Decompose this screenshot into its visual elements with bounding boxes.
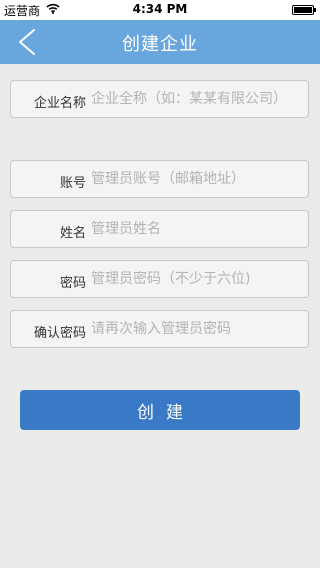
account-field[interactable]: 账号 bbox=[10, 160, 309, 198]
name-field[interactable]: 姓名 bbox=[10, 210, 309, 248]
password-input[interactable] bbox=[91, 269, 302, 289]
navigation-bar: 创建企业 bbox=[0, 20, 320, 64]
password-label: 密码 bbox=[59, 276, 86, 291]
password-field[interactable]: 密码 bbox=[10, 260, 309, 298]
company-name-label: 企业名称 bbox=[33, 96, 86, 111]
create-button[interactable]: 创建 bbox=[20, 390, 300, 430]
confirm-password-label: 确认密码 bbox=[33, 326, 86, 341]
page-title: 创建企业 bbox=[122, 34, 198, 55]
company-name-input[interactable] bbox=[91, 89, 302, 109]
name-input[interactable] bbox=[91, 219, 302, 239]
account-label: 账号 bbox=[59, 176, 86, 191]
account-input[interactable] bbox=[91, 169, 302, 189]
confirm-password-input[interactable] bbox=[91, 319, 302, 339]
confirm-password-field[interactable]: 确认密码 bbox=[10, 310, 309, 348]
name-label: 姓名 bbox=[59, 226, 86, 241]
company-name-field[interactable]: 企业名称 bbox=[10, 80, 309, 118]
battery-icon bbox=[292, 5, 316, 15]
status-time: 4:34 PM bbox=[132, 2, 188, 16]
status-bar: 运营商 4:34 PM bbox=[0, 0, 320, 20]
